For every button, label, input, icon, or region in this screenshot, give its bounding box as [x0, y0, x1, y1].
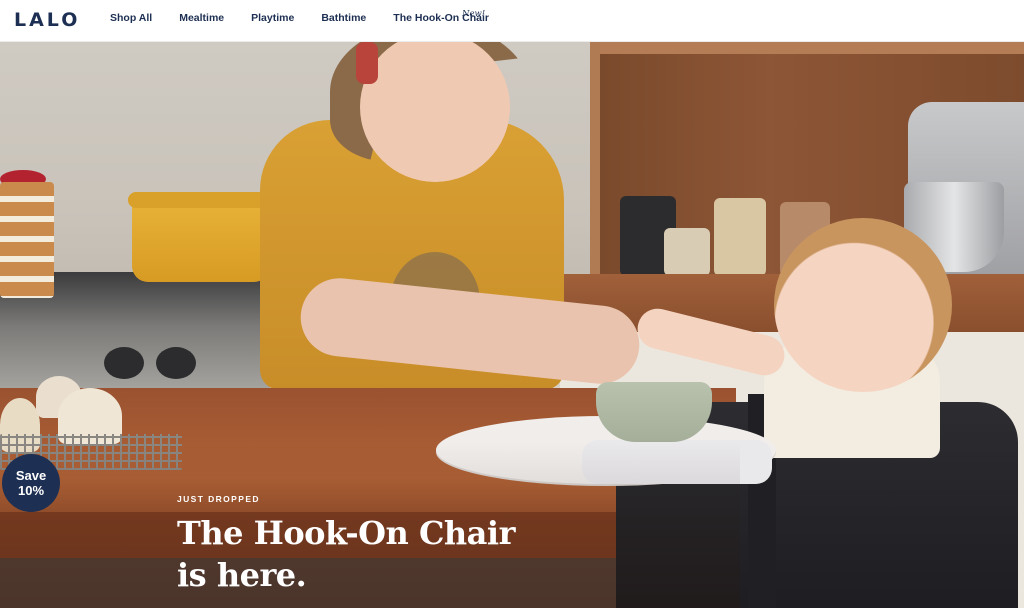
hero-headline-line2: is here.	[177, 556, 307, 594]
nav-item-bathtime[interactable]: Bathtime	[321, 12, 366, 24]
stove-knob	[104, 347, 144, 379]
hero-headline[interactable]: The Hook-On Chair is here.	[177, 512, 537, 596]
pot-lid	[128, 192, 274, 208]
site-header: LALO Shop All Mealtime Playtime Bathtime…	[0, 0, 1024, 42]
save-promo-badge[interactable]: Save 10%	[2, 454, 60, 512]
cabinet-shelf	[600, 42, 1024, 54]
hero-eyebrow: JUST DROPPED	[177, 494, 260, 504]
nav-item-shop-all[interactable]: Shop All	[110, 12, 152, 24]
jar-grain	[664, 228, 710, 276]
jar-oats	[714, 198, 766, 276]
promo-line2: 10%	[17, 483, 45, 498]
stove-knob	[156, 347, 196, 379]
hero-headline-line1: The Hook-On Chair	[177, 514, 515, 552]
nav-item-playtime[interactable]: Playtime	[251, 12, 294, 24]
promo-line1: Save	[15, 468, 47, 483]
brand-logo[interactable]: LALO	[14, 9, 80, 31]
baby-head	[774, 218, 952, 392]
hero-banner[interactable]: JUST DROPPED The Hook-On Chair is here.	[0, 42, 1024, 608]
headband	[356, 42, 378, 84]
new-badge: New!	[462, 9, 486, 19]
main-nav: Shop All Mealtime Playtime Bathtime The …	[110, 12, 516, 24]
nav-item-mealtime[interactable]: Mealtime	[179, 12, 224, 24]
green-bowl	[596, 382, 712, 442]
layer-cake	[0, 182, 54, 298]
